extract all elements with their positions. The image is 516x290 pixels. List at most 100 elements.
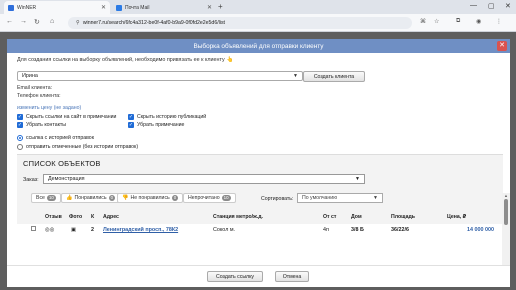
filter-label: Непрочитано — [188, 195, 220, 201]
table-row[interactable] — [17, 224, 503, 235]
column-house: Дом — [351, 214, 362, 220]
window-close-icon[interactable]: ✕ — [505, 2, 511, 10]
address-link[interactable]: Ленинградский просп., 78К2 — [103, 227, 178, 233]
checkbox-checked-icon: ✓ — [128, 114, 134, 120]
order-select[interactable]: Демонстрация ▼ — [43, 174, 365, 184]
radio-empty-icon — [17, 144, 23, 150]
close-tab-icon[interactable]: ✕ — [207, 4, 212, 11]
browser-tab-winner[interactable]: WinNER ✕ — [4, 1, 110, 14]
column-review: Отзыв — [45, 214, 62, 220]
filter-liked[interactable]: 👍 Понравились 0 — [61, 193, 121, 203]
price-value: 14 000 000 — [467, 227, 494, 233]
client-value: Ирина — [22, 73, 38, 79]
filter-disliked[interactable]: 👎 Не понравились 0 — [117, 193, 184, 203]
link-with-history-radio[interactable]: ссылка с историей отправок — [17, 135, 94, 141]
remove-contacts-checkbox[interactable]: ✓ Убрать контакты — [17, 122, 66, 128]
column-photo: Фото — [69, 214, 83, 220]
filter-label: Все — [36, 195, 45, 201]
close-tab-icon[interactable]: ✕ — [101, 4, 106, 11]
tab-title: WinNER — [17, 4, 37, 11]
reload-icon[interactable]: ↻ — [34, 18, 40, 26]
thumbs-down-icon: 👎 — [122, 195, 129, 201]
create-link-button[interactable]: Создать ссылку — [207, 271, 263, 282]
radio-selected-icon — [17, 135, 23, 141]
send-selection-modal: Выборка объявлений для отправки клиенту … — [7, 39, 510, 287]
minimize-icon[interactable]: — — [470, 2, 477, 9]
remove-note-checkbox[interactable]: ✓ Убрать примечание — [128, 122, 184, 128]
filter-count: 0 — [108, 195, 116, 201]
order-label: Заказ: — [23, 177, 39, 183]
menu-icon[interactable]: ⋮ — [496, 18, 502, 25]
checkbox-label: Скрыть ссылки на сайт в примечании — [26, 114, 117, 120]
modal-close-icon[interactable]: ✕ — [497, 41, 507, 51]
filter-unread[interactable]: Непрочитано 10 — [183, 193, 236, 203]
filter-label: Понравились — [74, 195, 107, 201]
modal-title: Выборка объявлений для отправки клиенту — [193, 42, 324, 50]
filter-all[interactable]: Все 10 — [31, 193, 61, 203]
forward-icon[interactable]: → — [20, 18, 27, 25]
address-bar[interactable]: ⚲ winner7.ru/search/6fc4a312-be0f-4af0-b… — [68, 17, 412, 29]
from-station-value: 4п — [323, 227, 329, 233]
list-scrollbar-thumb[interactable] — [504, 199, 508, 225]
send-marked-radio[interactable]: отправить отмеченные (без истории отправ… — [17, 144, 138, 150]
rooms-value: 2 — [91, 227, 94, 233]
browser-tab-mail[interactable]: Почта Mail ✕ — [112, 1, 216, 14]
home-icon[interactable]: ⌂ — [50, 18, 54, 25]
back-icon[interactable]: ← — [6, 18, 13, 25]
create-client-label: Создать клиента — [313, 73, 355, 80]
intro-label: Для создания ссылки на выборку объявлени… — [17, 57, 225, 63]
glasses-icon[interactable]: ◎◎ — [45, 227, 54, 233]
column-price: Цена, ₽ — [447, 214, 467, 220]
chevron-down-icon: ▼ — [355, 176, 360, 182]
pointing-up-icon: 👆 — [226, 57, 234, 63]
objects-panel: СПИСОК ОБЪЕКТОВ Заказ: Демонстрация ▼ Вс… — [17, 154, 503, 235]
sort-label: Сортировать: — [261, 196, 294, 202]
new-tab-icon[interactable]: + — [218, 2, 223, 11]
filter-label: Не понравились — [130, 195, 170, 201]
translate-icon[interactable]: ⌘ — [420, 18, 426, 25]
radio-label: отправить отмеченные (без истории отправ… — [26, 144, 139, 150]
sort-value: По умолчанию — [302, 195, 338, 201]
objects-title: СПИСОК ОБЪЕКТОВ — [23, 159, 101, 168]
filter-count: 0 — [171, 195, 179, 201]
maximize-icon[interactable]: ▢ — [488, 2, 495, 10]
house-value: 3/8 Б — [351, 227, 364, 233]
column-station: Станция метро/ж.д. — [213, 214, 263, 220]
column-area: Площадь — [391, 214, 415, 220]
chevron-down-icon: ▼ — [293, 73, 298, 79]
intro-text: Для создания ссылки на выборку объявлени… — [17, 57, 233, 63]
extensions-icon[interactable]: ⧉ — [456, 18, 460, 25]
column-from-station: От ст — [323, 214, 337, 220]
filter-count: 10 — [46, 195, 56, 201]
client-select[interactable]: Ирина ▼ — [17, 71, 303, 81]
hide-site-links-checkbox[interactable]: ✓ Скрыть ссылки на сайт в примечании — [17, 114, 116, 120]
camera-icon[interactable]: ▣ — [71, 227, 76, 233]
row-select-checkbox[interactable] — [31, 226, 36, 231]
checkbox-label: Скрыть историю публикаций — [137, 114, 207, 120]
cancel-button[interactable]: Отмена — [275, 271, 309, 282]
url-text: winner7.ru/search/6fc4a312-be0f-4af0-b9a… — [82, 20, 225, 26]
tab-title: Почта Mail — [125, 4, 150, 11]
email-label: Email клиента: — [17, 85, 53, 91]
change-price-link[interactable]: изменить цену (не задано) — [17, 105, 81, 111]
winner-favicon-icon — [8, 4, 14, 11]
scroll-up-icon[interactable]: ▲ — [504, 193, 508, 198]
station-value: Сокол м. — [213, 227, 236, 233]
profile-icon[interactable]: ◉ — [476, 18, 481, 25]
modal-footer: Создать ссылку Отмена — [7, 265, 510, 287]
mail-favicon-icon — [116, 4, 122, 11]
browser-toolbar: ← → ↻ ⌂ ⚲ winner7.ru/search/6fc4a312-be0… — [0, 14, 516, 32]
cancel-label: Отмена — [282, 273, 302, 280]
column-address: Адрес — [103, 214, 119, 220]
sort-select[interactable]: По умолчанию ▼ — [297, 193, 383, 203]
hide-history-checkbox[interactable]: ✓ Скрыть историю публикаций — [128, 114, 206, 120]
bookmark-star-icon[interactable]: ☆ — [434, 18, 439, 25]
area-value: 36/22/6 — [391, 227, 409, 233]
filter-count: 10 — [221, 195, 231, 201]
modal-header: Выборка объявлений для отправки клиенту — [7, 39, 510, 53]
create-client-button[interactable]: Создать клиента — [303, 71, 365, 82]
checkbox-checked-icon: ✓ — [128, 122, 134, 128]
site-info-icon[interactable]: ⚲ — [76, 20, 80, 26]
checkbox-label: Убрать примечание — [137, 122, 185, 128]
create-link-label: Создать ссылку — [215, 273, 255, 280]
